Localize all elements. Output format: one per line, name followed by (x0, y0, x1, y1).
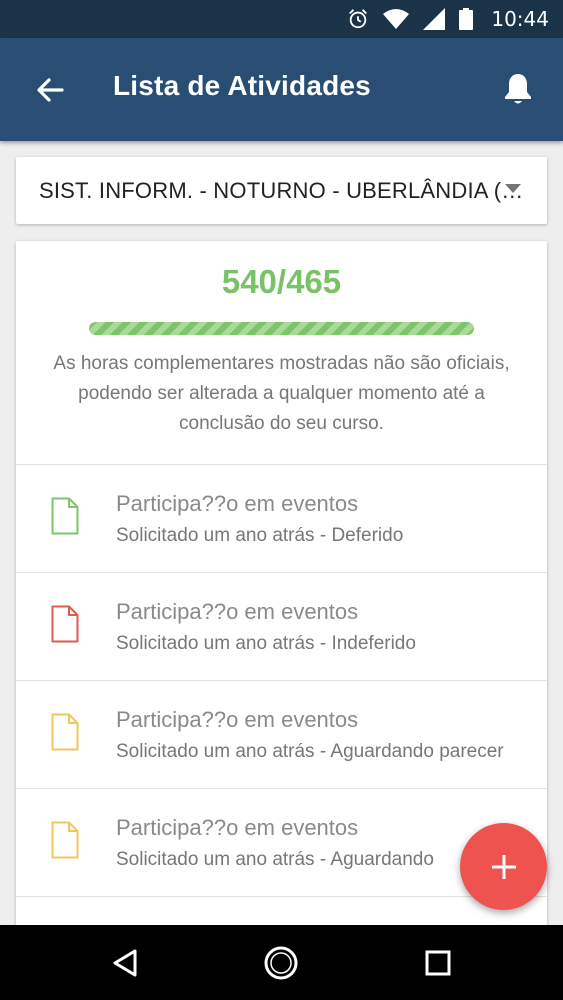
activity-subtitle: Solicitado um ano atrás - Deferido (116, 525, 404, 546)
home-circle-icon (264, 946, 298, 980)
nav-back-button[interactable] (105, 943, 145, 983)
list-item[interactable]: Participa??o em eventos Solicitado um an… (16, 573, 547, 680)
wifi-icon (383, 9, 410, 29)
bell-icon (505, 74, 531, 104)
hours-progress-bar (89, 322, 474, 335)
activity-title: Participa??o em eventos (116, 815, 359, 840)
hours-progress-fill (89, 322, 474, 335)
status-bar: 10:44 (0, 0, 563, 38)
activity-title: Participa??o em eventos (116, 491, 359, 516)
course-dropdown[interactable]: SIST. INFORM. - NOTURNO - UBERLÂNDIA (… (16, 157, 547, 224)
activity-title: Participa??o em eventos (116, 599, 359, 624)
hours-total: 540/465 (221, 263, 342, 300)
activity-title: Participa??o em eventos (116, 707, 359, 732)
nav-recents-button[interactable] (418, 943, 458, 983)
nav-home-button[interactable] (261, 943, 301, 983)
course-selected-value: SIST. INFORM. - NOTURNO - UBERLÂNDIA (… (39, 177, 524, 203)
alarm-icon (349, 9, 368, 29)
activities-card: 540/465 As horas complementares mostrada… (16, 241, 547, 941)
chevron-down-icon (505, 184, 521, 193)
system-nav-bar (0, 925, 563, 1000)
arrow-back-icon (37, 78, 64, 102)
recents-square-icon (425, 950, 451, 976)
plus-icon (491, 854, 516, 879)
notifications-button[interactable] (500, 70, 536, 108)
list-item[interactable]: Participa??o em eventos Solicitado um an… (16, 465, 547, 572)
back-button[interactable] (33, 73, 67, 107)
disclaimer-text: As horas complementares mostradas não sã… (53, 353, 510, 434)
document-icon (51, 605, 79, 643)
activity-subtitle: Solicitado um ano atrás - Aguardando (116, 849, 434, 870)
document-icon (51, 497, 79, 535)
divider (16, 896, 547, 897)
battery-icon (459, 8, 474, 30)
clock-time: 10:44 (491, 7, 549, 31)
add-activity-button[interactable] (460, 823, 547, 910)
page-title: Lista de Atividades (113, 70, 371, 101)
back-triangle-icon (113, 949, 137, 977)
document-icon (51, 821, 79, 859)
app-bar: Lista de Atividades (0, 38, 563, 141)
document-icon (51, 713, 79, 751)
activity-subtitle: Solicitado um ano atrás - Aguardando par… (116, 741, 504, 762)
list-item[interactable]: Participa??o em eventos Solicitado um an… (16, 681, 547, 788)
activity-subtitle: Solicitado um ano atrás - Indeferido (116, 633, 416, 654)
signal-icon (423, 8, 446, 30)
